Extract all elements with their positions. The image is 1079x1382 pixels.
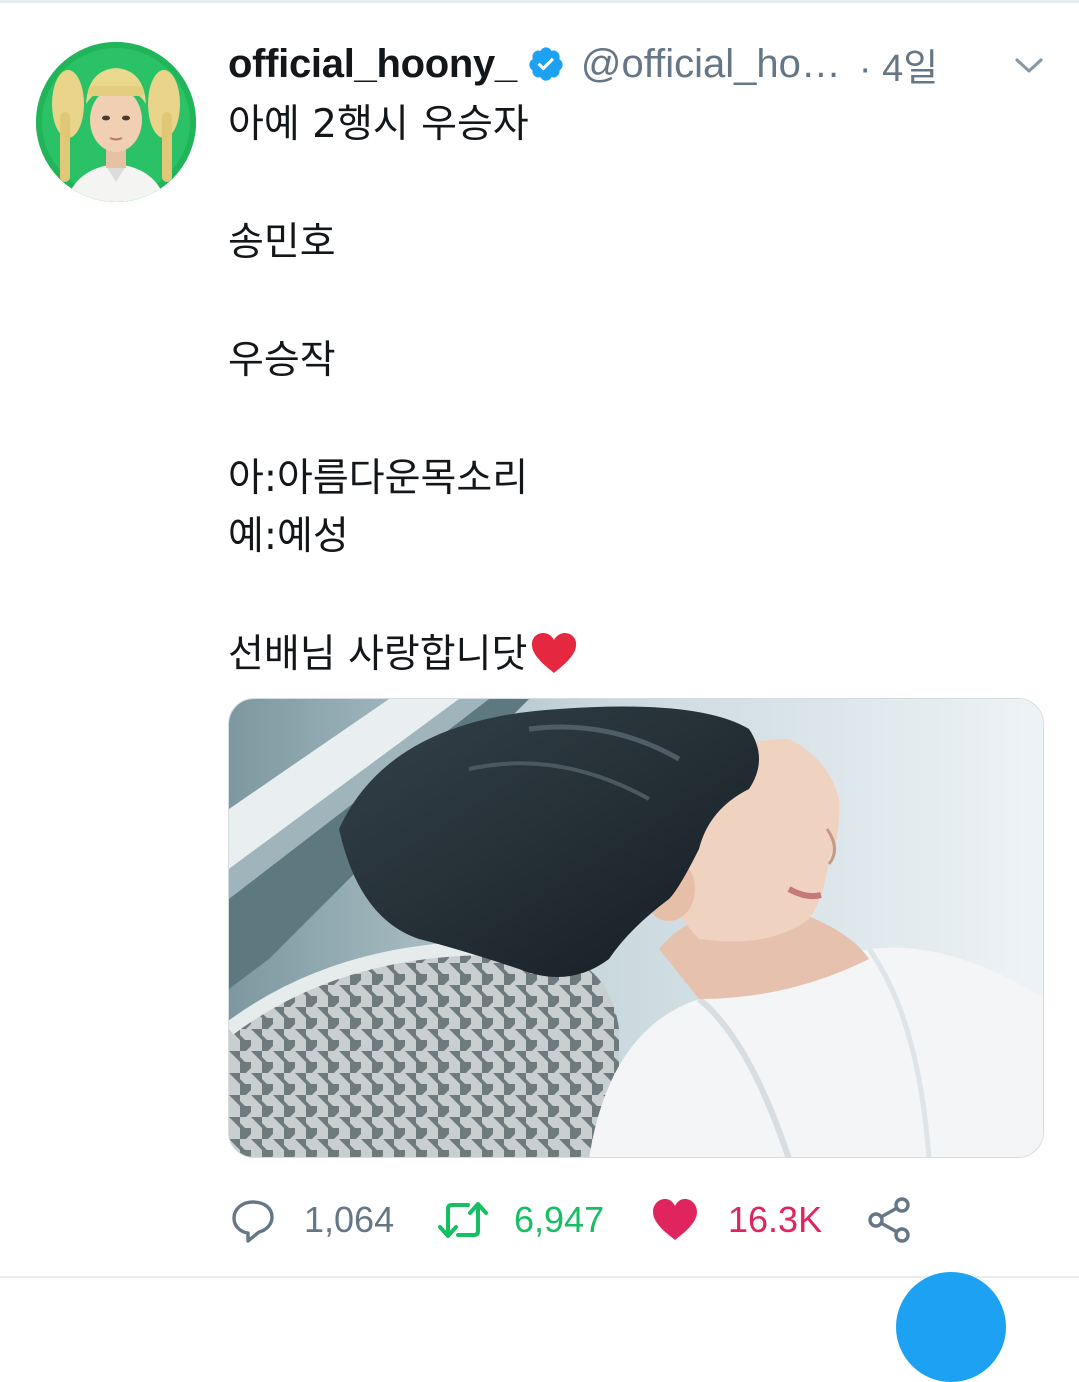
display-name[interactable]: official_hoony_ <box>228 42 517 87</box>
tweet-header: official_hoony_ @official_ho… · 4일 <box>228 36 1058 92</box>
tweet-line: 아:아름다운목소리 <box>228 456 529 501</box>
bottom-divider <box>0 1276 1079 1278</box>
chevron-down-icon[interactable] <box>1014 56 1043 78</box>
tweet-line: 송민호 <box>228 220 336 265</box>
verified-badge-icon <box>527 45 565 83</box>
red-heart-emoji-icon <box>529 631 579 675</box>
user-handle[interactable]: @official_ho… <box>581 42 841 87</box>
retweet-button[interactable]: 6,947 <box>436 1195 650 1245</box>
like-count: 16.3K <box>728 1199 823 1240</box>
tweet-line: 아예 2행시 우승자 <box>228 102 529 147</box>
tweet-line-last: 선배님 사랑합니닷 <box>228 626 1048 684</box>
tweet-actions: 1,064 6,947 16.3K <box>228 1190 914 1250</box>
reply-button[interactable]: 1,064 <box>228 1195 436 1245</box>
tweet-line: 선배님 사랑합니닷 <box>228 632 528 677</box>
tweet-text: 아예 2행시 우승자 송민호 우승작 아:아름다운목소리 예:예성 선배님 사랑… <box>228 96 1048 684</box>
share-icon <box>864 1195 914 1245</box>
tweet-media-photo[interactable] <box>228 698 1044 1158</box>
tweet-line: 우승작 <box>228 338 336 383</box>
heart-icon <box>650 1195 700 1245</box>
like-button[interactable]: 16.3K <box>650 1195 864 1245</box>
tweet-line: 예:예성 <box>228 514 349 559</box>
top-divider <box>0 0 1079 3</box>
reply-count: 1,064 <box>304 1199 395 1240</box>
avatar-image <box>36 42 196 202</box>
retweet-icon <box>436 1195 488 1245</box>
retweet-count: 6,947 <box>514 1199 605 1240</box>
reply-icon <box>228 1195 278 1245</box>
avatar[interactable] <box>36 42 196 202</box>
share-button[interactable] <box>864 1195 914 1245</box>
tweet-timestamp[interactable]: · 4일 <box>859 37 938 92</box>
photo-image <box>229 699 1043 1157</box>
